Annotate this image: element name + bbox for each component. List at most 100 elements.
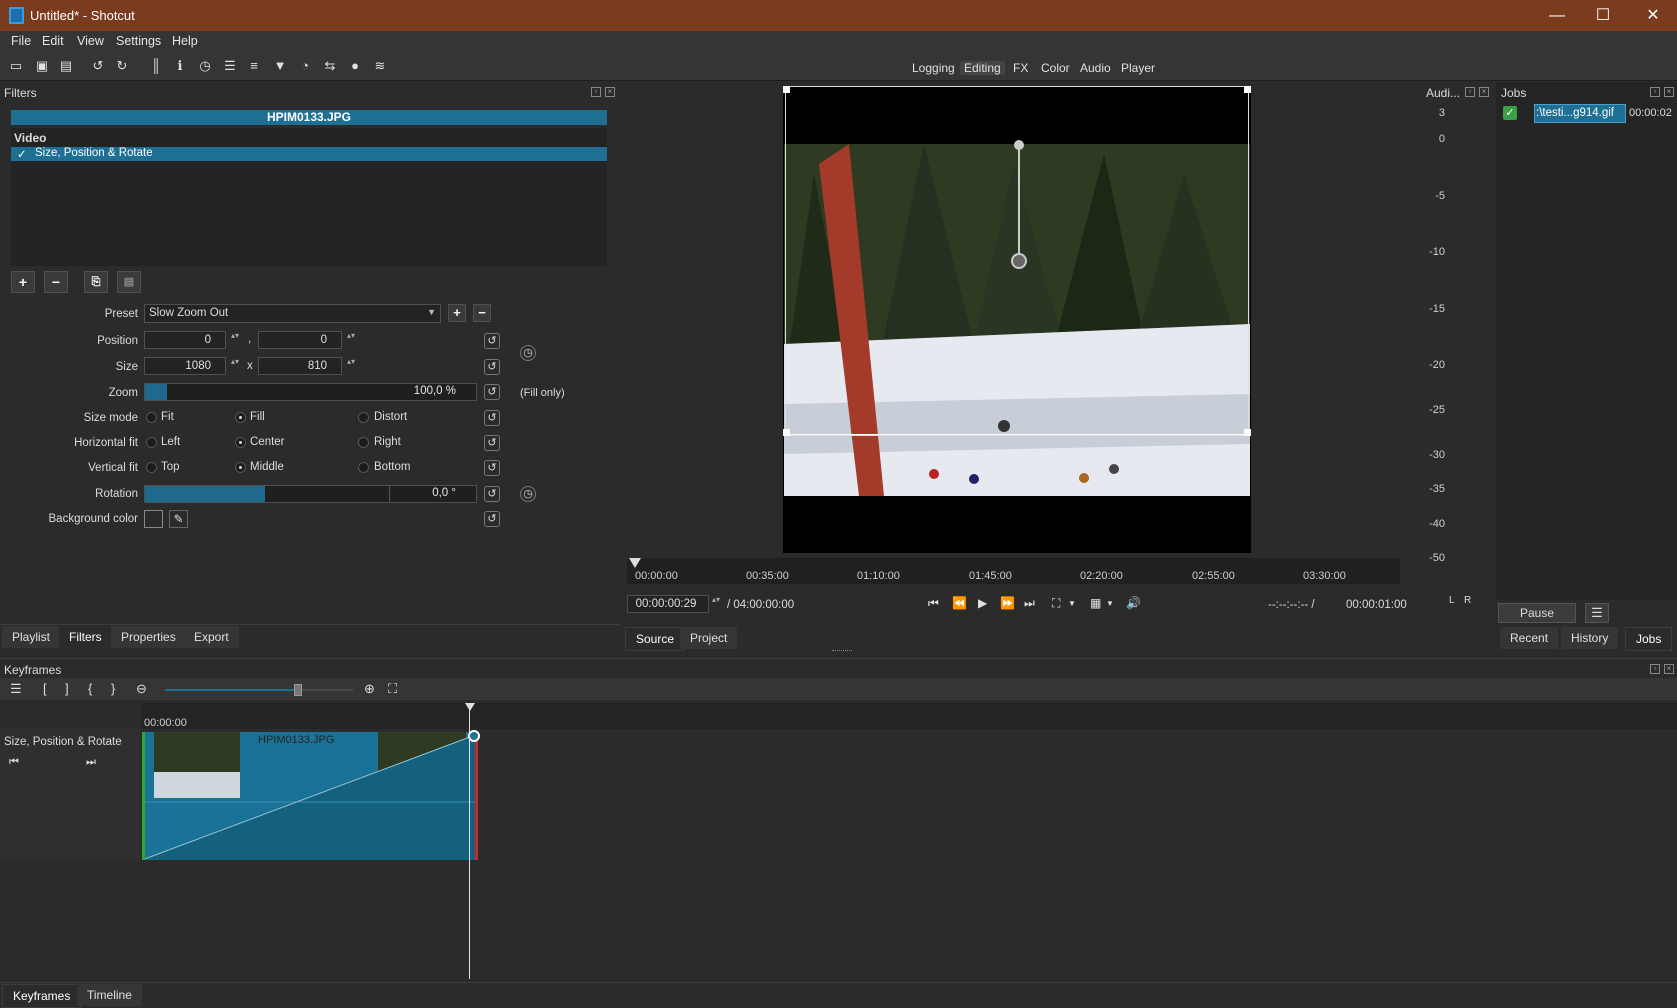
play-icon[interactable]: ▶ (978, 596, 987, 610)
tab-history[interactable]: History (1561, 627, 1619, 649)
add-filter-button[interactable]: + (11, 271, 35, 293)
save-preset-button[interactable]: + (448, 304, 466, 322)
handle-top-left[interactable] (783, 86, 790, 93)
reset-size-icon[interactable]: ↺ (484, 359, 500, 375)
open-file-icon[interactable]: ▭ (8, 58, 24, 74)
keyframe-clip[interactable] (142, 732, 478, 860)
close-panel-icon[interactable]: × (1664, 664, 1674, 674)
peak-meter-icon[interactable]: ║ (148, 58, 164, 74)
tab-playlist[interactable]: Playlist (2, 626, 61, 648)
recent-icon[interactable]: ◷ (197, 58, 213, 74)
zoom-slider-knob[interactable] (294, 684, 302, 696)
open-other-icon[interactable]: ▣ (34, 58, 50, 74)
reset-hfit-icon[interactable]: ↺ (484, 435, 500, 451)
eyedropper-icon[interactable]: ✎ (169, 510, 188, 528)
volume-icon[interactable]: 🔊 (1126, 596, 1141, 610)
redo-icon[interactable]: ↻ (114, 58, 130, 74)
size-mode-distort-radio[interactable] (358, 412, 369, 423)
undo-icon[interactable]: ↺ (90, 58, 106, 74)
fast-forward-icon[interactable]: ⏩ (1000, 596, 1015, 610)
tab-properties[interactable]: Properties (111, 626, 186, 648)
layout-audio[interactable]: Audio (1076, 61, 1115, 75)
keyframes-menu-icon[interactable]: ☰ (10, 681, 22, 697)
rotation-handle-top[interactable] (1014, 140, 1024, 150)
zoom-in-icon[interactable]: ⊕ (364, 681, 375, 697)
vfit-middle-radio[interactable] (235, 462, 246, 473)
menu-help[interactable]: Help (172, 34, 198, 48)
close-panel-icon[interactable]: × (605, 87, 615, 97)
clip-out-marker[interactable] (475, 732, 478, 860)
zoom-fit-icon[interactable]: ⛶ (388, 681, 397, 697)
zoom-out-icon[interactable]: ⊖ (136, 681, 147, 697)
vfit-bottom-radio[interactable] (358, 462, 369, 473)
menu-edit[interactable]: Edit (42, 34, 64, 48)
reset-size-mode-icon[interactable]: ↺ (484, 410, 500, 426)
size-width-input[interactable]: 1080 (144, 357, 239, 375)
playhead-marker[interactable] (629, 558, 641, 568)
background-color-swatch[interactable] (144, 510, 163, 528)
float-panel-icon[interactable]: ▫ (591, 87, 601, 97)
timeline-icon[interactable]: ≡ (246, 58, 262, 74)
grid-icon[interactable]: ▦ (1090, 596, 1101, 610)
jobs-icon[interactable]: ≋ (372, 58, 388, 74)
layout-color[interactable]: Color (1037, 61, 1074, 75)
reset-vfit-icon[interactable]: ↺ (484, 460, 500, 476)
size-height-input[interactable]: 810 (258, 357, 355, 375)
close-panel-icon[interactable]: × (1479, 87, 1489, 97)
float-panel-icon[interactable]: ▫ (1650, 87, 1660, 97)
tab-jobs[interactable]: Jobs (1625, 627, 1673, 651)
skip-previous-icon[interactable]: ⏮ (928, 596, 939, 611)
previous-keyframe-button[interactable]: ⏮ (9, 756, 19, 769)
tab-keyframes[interactable]: Keyframes (2, 984, 82, 1008)
hfit-right-radio[interactable] (358, 437, 369, 448)
encode-icon[interactable]: ● (347, 58, 363, 74)
tab-project[interactable]: Project (680, 627, 738, 649)
menu-file[interactable]: File (11, 34, 31, 48)
splitter-handle[interactable] (832, 650, 852, 653)
zoom-slider[interactable]: 100,0 % (144, 383, 477, 401)
layout-editing[interactable]: Editing (960, 61, 1005, 75)
minimize-button[interactable]: — (1534, 3, 1580, 29)
chevron-down-icon[interactable]: ▼ (1106, 599, 1114, 608)
chevron-down-icon[interactable]: ▼ (1068, 599, 1076, 608)
keyframes-icon[interactable]: ◔ (297, 58, 313, 74)
menu-view[interactable]: View (77, 34, 104, 48)
jobs-menu-icon[interactable]: ☰ (1585, 603, 1609, 623)
next-keyframe-button[interactable]: ⏭ (86, 756, 96, 769)
hfit-center-radio[interactable] (235, 437, 246, 448)
size-mode-fit-radio[interactable] (146, 412, 157, 423)
rotation-handle-center[interactable] (1011, 253, 1027, 269)
handle-bottom-left[interactable] (783, 429, 790, 436)
pause-jobs-button[interactable]: Pause (1498, 603, 1576, 623)
skip-next-icon[interactable]: ⏭ (1024, 596, 1035, 611)
tab-timeline[interactable]: Timeline (77, 984, 142, 1006)
keyframes-playhead[interactable] (469, 703, 470, 979)
job-item-name[interactable]: :\testi...g914.gif (1534, 104, 1626, 123)
keyframe-rotation-icon[interactable]: ◷ (520, 486, 536, 502)
tab-recent[interactable]: Recent (1500, 627, 1559, 649)
reset-zoom-icon[interactable]: ↺ (484, 384, 500, 400)
playhead-marker[interactable] (465, 703, 475, 711)
maximize-button[interactable]: ☐ (1580, 3, 1626, 29)
zoom-slider-track[interactable] (165, 684, 353, 696)
remove-filter-button[interactable]: − (44, 271, 68, 293)
float-panel-icon[interactable]: ▫ (1465, 87, 1475, 97)
layout-logging[interactable]: Logging (908, 61, 959, 75)
copy-filter-button[interactable]: ⎘ (84, 271, 108, 293)
filters-icon[interactable]: ▼ (272, 58, 288, 74)
keyframe-position-icon[interactable]: ◷ (520, 345, 536, 361)
menu-settings[interactable]: Settings (116, 34, 161, 48)
position-x-input[interactable]: 0 (144, 331, 239, 349)
vfit-top-radio[interactable] (146, 462, 157, 473)
size-mode-fill-radio[interactable] (235, 412, 246, 423)
layout-player[interactable]: Player (1117, 61, 1159, 75)
rewind-icon[interactable]: ⏪ (952, 596, 967, 610)
rotation-slider[interactable]: 0,0 ° (144, 485, 477, 503)
preset-dropdown[interactable]: Slow Zoom Out ▼ (144, 304, 441, 323)
float-panel-icon[interactable]: ▫ (1650, 664, 1660, 674)
player-ruler[interactable]: 00:00:00 00:35:00 01:10:00 01:45:00 02:2… (627, 558, 1400, 584)
previous-keyframe-icon[interactable]: { (88, 681, 92, 696)
properties-icon[interactable]: ℹ (172, 58, 188, 74)
delete-preset-button[interactable]: − (473, 304, 491, 322)
handle-bottom-right[interactable] (1244, 429, 1251, 436)
